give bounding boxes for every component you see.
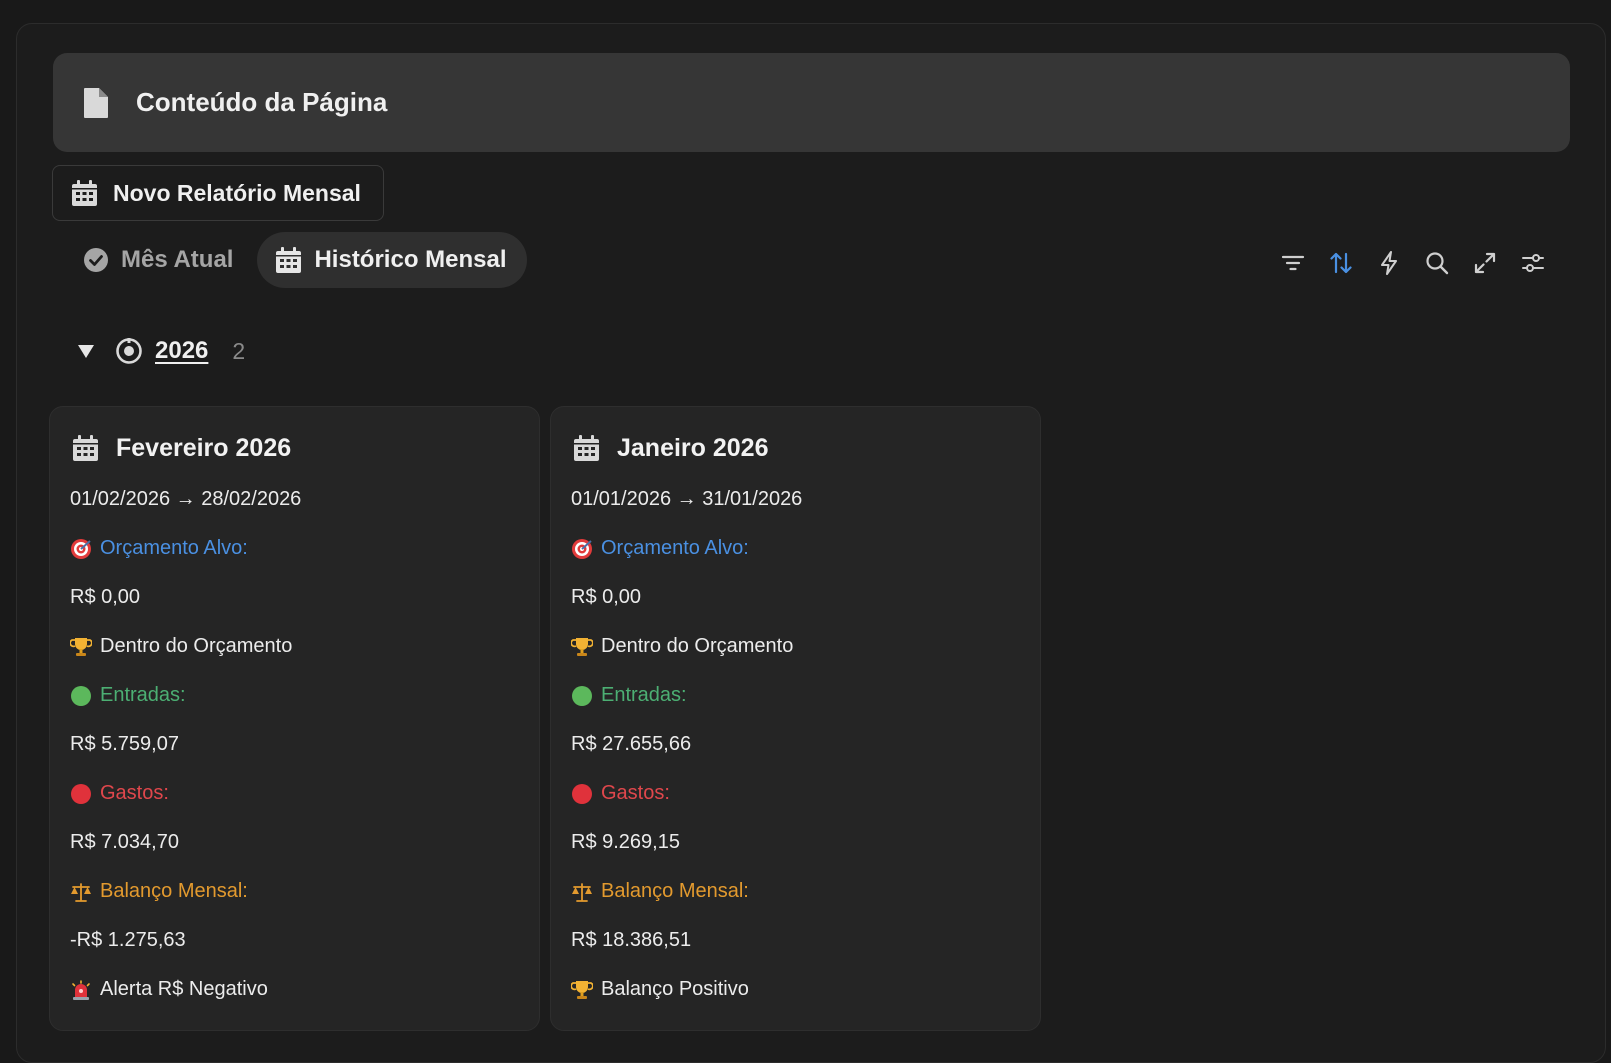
- date-range: 01/02/2026 → 28/02/2026: [70, 488, 302, 510]
- target-icon: [70, 538, 92, 560]
- balance-status-row: Balanço Positivo: [571, 965, 1020, 1014]
- new-report-label: Novo Relatório Mensal: [113, 179, 361, 206]
- new-report-button[interactable]: Novo Relatório Mensal: [52, 165, 384, 221]
- group-name[interactable]: 2026: [155, 337, 208, 365]
- group-header-2026: 2026 2: [77, 337, 245, 365]
- expenses-label-row: Gastos:: [70, 769, 519, 818]
- date-range: 01/01/2026 → 31/01/2026: [571, 488, 803, 510]
- balance-status: Balanço Positivo: [601, 978, 749, 1000]
- balance-label-row: Balanço Mensal:: [70, 867, 519, 916]
- sliders-icon: [1522, 254, 1544, 272]
- card-title: Janeiro 2026: [617, 433, 769, 462]
- triangle-down-icon[interactable]: [77, 343, 95, 359]
- page-frame: Conteúdo da Página Novo Relatório Mensal…: [16, 23, 1606, 1063]
- trophy-icon: [571, 636, 593, 658]
- target-icon: [116, 338, 142, 364]
- calendar-icon: [73, 434, 98, 461]
- calendar-icon: [72, 179, 97, 206]
- budget-status-row: Dentro do Orçamento: [571, 622, 1020, 671]
- view-toolbar: [1279, 249, 1547, 277]
- income-label-row: Entradas:: [571, 671, 1020, 720]
- expenses-value: R$ 9.269,15: [571, 831, 680, 853]
- page-title: Conteúdo da Página: [136, 87, 388, 117]
- green-circle-icon: [571, 685, 593, 707]
- balance-status: Alerta R$ Negativo: [100, 978, 268, 1000]
- income-value: R$ 27.655,66: [571, 733, 692, 755]
- report-card-january[interactable]: Janeiro 2026 01/01/2026 → 31/01/2026 Orç…: [550, 406, 1041, 1031]
- report-card-february[interactable]: Fevereiro 2026 01/02/2026 → 28/02/2026 O…: [49, 406, 540, 1031]
- balance-label: Balanço Mensal:: [100, 880, 248, 902]
- expenses-value: R$ 7.034,70: [70, 831, 179, 853]
- page-header: Conteúdo da Página: [53, 53, 1570, 152]
- balance-label-row: Balanço Mensal:: [571, 867, 1020, 916]
- filter-button[interactable]: [1279, 249, 1307, 277]
- income-label-row: Entradas:: [70, 671, 519, 720]
- siren-icon: [70, 979, 92, 1001]
- budget-value: R$ 0,00: [571, 586, 642, 608]
- income-label: Entradas:: [100, 684, 186, 706]
- lightning-icon: [1381, 251, 1397, 275]
- expenses-label-row: Gastos:: [571, 769, 1020, 818]
- tab-monthly-history[interactable]: Histórico Mensal: [257, 232, 527, 288]
- calendar-icon: [276, 246, 302, 273]
- search-button[interactable]: [1423, 249, 1451, 277]
- sort-arrows-icon: [1330, 252, 1352, 274]
- expand-icon: [1474, 252, 1496, 274]
- trophy-icon: [70, 636, 92, 658]
- expand-button[interactable]: [1471, 249, 1499, 277]
- document-icon: [84, 87, 108, 118]
- card-title-row: Janeiro 2026: [571, 427, 1020, 469]
- budget-status-row: Dentro do Orçamento: [70, 622, 519, 671]
- balance-label: Balanço Mensal:: [601, 880, 749, 902]
- budget-status: Dentro do Orçamento: [601, 635, 794, 657]
- income-label: Entradas:: [601, 684, 687, 706]
- budget-label: Orçamento Alvo:: [601, 537, 749, 559]
- red-circle-icon: [571, 783, 593, 805]
- income-value: R$ 5.759,07: [70, 733, 179, 755]
- budget-value: R$ 0,00: [70, 586, 141, 608]
- budget-label-row: Orçamento Alvo:: [70, 524, 519, 573]
- scales-icon: [571, 881, 593, 903]
- balance-value: R$ 18.386,51: [571, 929, 692, 951]
- search-icon: [1426, 252, 1449, 275]
- view-settings-button[interactable]: [1519, 249, 1547, 277]
- budget-label: Orçamento Alvo:: [100, 537, 248, 559]
- card-title-row: Fevereiro 2026: [70, 427, 519, 469]
- expenses-label: Gastos:: [601, 782, 670, 804]
- tab-label: Histórico Mensal: [314, 246, 507, 273]
- green-circle-icon: [70, 685, 92, 707]
- balance-status-row: Alerta R$ Negativo: [70, 965, 519, 1014]
- budget-label-row: Orçamento Alvo:: [571, 524, 1020, 573]
- red-circle-icon: [70, 783, 92, 805]
- check-circle-icon: [84, 248, 108, 272]
- budget-status: Dentro do Orçamento: [100, 635, 293, 657]
- balance-value: -R$ 1.275,63: [70, 929, 186, 951]
- scales-icon: [70, 881, 92, 903]
- automation-button[interactable]: [1375, 249, 1403, 277]
- tab-label: Mês Atual: [121, 246, 234, 273]
- filter-icon: [1281, 255, 1305, 271]
- expenses-label: Gastos:: [100, 782, 169, 804]
- tab-current-month[interactable]: Mês Atual: [65, 232, 253, 288]
- calendar-icon: [574, 434, 599, 461]
- group-count: 2: [232, 337, 246, 364]
- target-icon: [571, 538, 593, 560]
- card-title: Fevereiro 2026: [116, 433, 292, 462]
- trophy-icon: [571, 979, 593, 1001]
- sort-button[interactable]: [1327, 249, 1355, 277]
- view-tabs: Mês Atual Histórico Mensal: [65, 232, 527, 288]
